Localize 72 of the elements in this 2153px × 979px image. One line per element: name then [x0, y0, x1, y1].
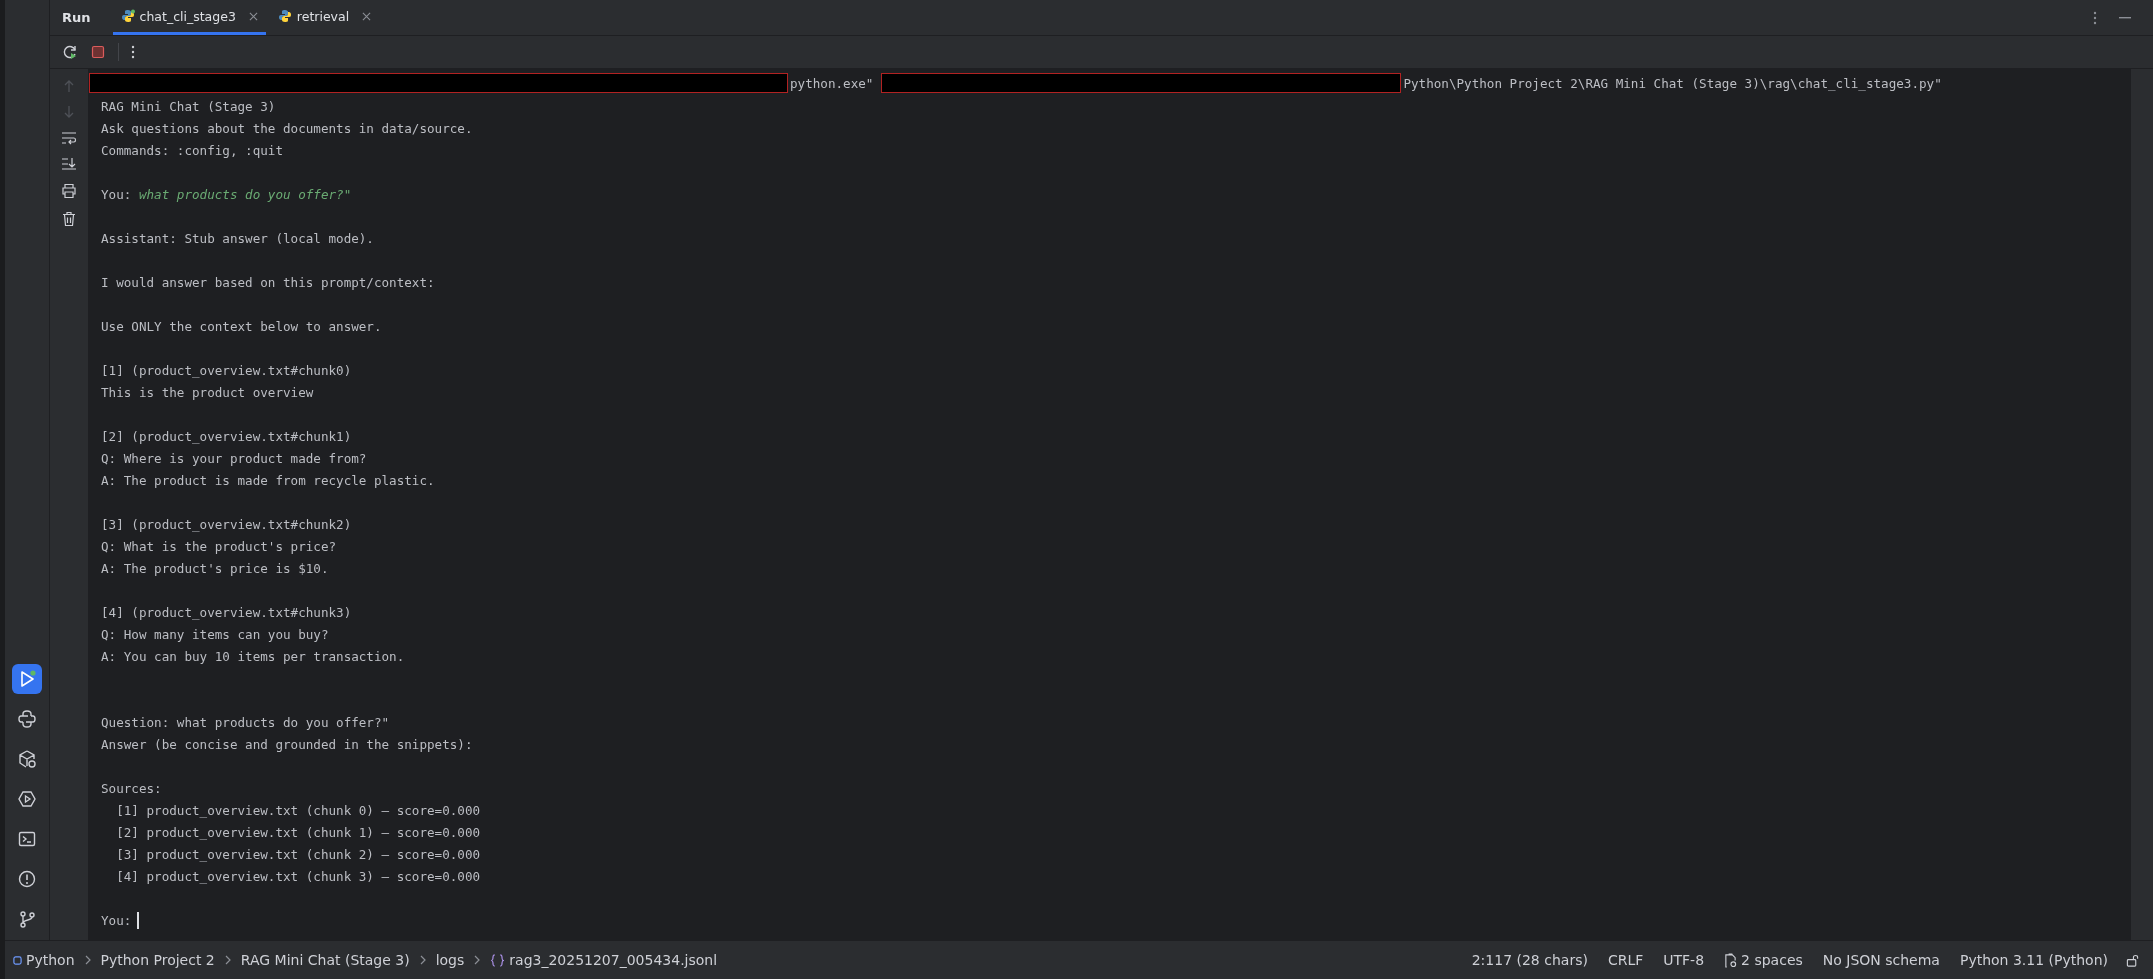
python-icon — [17, 709, 37, 729]
breadcrumb[interactable]: Python — [13, 952, 75, 968]
branch-icon — [17, 909, 37, 929]
console-line: Q: How many items can you buy? — [101, 626, 329, 642]
print-icon[interactable] — [61, 183, 77, 199]
console-line: [2] product_overview.txt (chunk 1) — score=0.000 — [115, 824, 481, 840]
console-line: A: The product's price is $10. — [101, 560, 329, 576]
status-item[interactable]: UTF-8 — [1663, 952, 1705, 968]
console-line: Q: Where is your product made from? — [101, 450, 367, 466]
console-line: I would answer based on this prompt/context: — [101, 274, 435, 290]
console-line: [3] (product_overview.txt#chunk2) — [101, 516, 352, 532]
status-item[interactable]: CRLF — [1607, 952, 1644, 968]
close-icon[interactable] — [248, 11, 258, 21]
console-line: Assistant: Stub answer (local mode). — [101, 230, 374, 246]
breadcrumb[interactable]: rag3_20251207_005434.jsonl — [490, 952, 718, 968]
console-line: A: The product is made from recycle plastic. — [101, 472, 435, 488]
soft-wrap-icon[interactable] — [61, 131, 77, 145]
console-line: Use ONLY the context below to answer. — [101, 318, 382, 334]
scroll-to-end-icon[interactable] — [61, 157, 77, 171]
prompt-label: You: — [101, 912, 132, 928]
breadcrumb[interactable]: Python Project 2 — [100, 952, 215, 968]
chevron-icon — [224, 955, 231, 965]
rerun-icon[interactable] — [62, 44, 78, 60]
run-tab[interactable]: chat_cli_stage3 — [112, 0, 266, 35]
console-line: [2] (product_overview.txt#chunk1) — [101, 428, 352, 444]
console-text: Python\Python Project 2\RAG Mini Chat (Stage 3)\rag\chat_cli_stage3.py" — [1403, 75, 1942, 91]
text-cursor — [137, 911, 140, 929]
console-line: A: You can buy 10 items per transaction. — [101, 648, 405, 664]
minimize-icon[interactable] — [2119, 16, 2131, 19]
module-icon — [13, 955, 22, 965]
stop-icon[interactable] — [90, 44, 106, 60]
services-icon — [17, 789, 37, 809]
chevron-icon — [419, 955, 426, 965]
prompt-label: You: — [101, 186, 132, 202]
console-line: Commands: :config, :quit — [101, 142, 283, 158]
warning-icon — [17, 869, 37, 889]
status-item[interactable]: Python 3.11 (Python) — [1959, 952, 2108, 968]
indent-status-item[interactable]: 2 spaces — [1724, 952, 1803, 968]
user-input-text: what products do you offer?" — [138, 186, 352, 202]
console-line: Ask questions about the documents in data/source. — [101, 120, 473, 136]
json-icon — [490, 953, 506, 967]
chevron-icon — [84, 955, 91, 965]
console-line: Answer (be concise and grounded in the snippets): — [101, 736, 473, 752]
console-line: [4] (product_overview.txt#chunk3) — [101, 604, 352, 620]
run-tool-button[interactable] — [12, 664, 42, 694]
console-line: Sources: — [101, 780, 162, 796]
python-file-icon — [120, 9, 135, 23]
terminal-icon — [17, 829, 37, 849]
console-line: [1] (product_overview.txt#chunk0) — [101, 362, 352, 378]
console-line: Question: what products do you offer?" — [101, 714, 390, 730]
breadcrumb[interactable]: logs — [435, 952, 465, 968]
run-tab[interactable]: retrieval — [269, 0, 380, 35]
console-line: RAG Mini Chat (Stage 3) — [101, 98, 276, 114]
file-settings-icon — [1724, 952, 1738, 968]
breadcrumb[interactable]: RAG Mini Chat (Stage 3) — [240, 952, 410, 968]
console-line: Q: What is the product's price? — [101, 538, 337, 554]
console-line: [4] product_overview.txt (chunk 3) — score=0.000 — [115, 868, 481, 884]
console-line: [1] product_overview.txt (chunk 0) — score=0.000 — [115, 802, 481, 818]
console-line: This is the product overview — [101, 384, 314, 400]
chevron-icon — [474, 955, 481, 965]
status-item[interactable]: 2:117 (28 chars) — [1471, 952, 1588, 968]
package-icon — [17, 749, 37, 769]
close-icon[interactable] — [362, 11, 372, 21]
python-file-icon — [277, 9, 292, 23]
more-icon[interactable] — [131, 45, 135, 59]
console-text: python.exe" — [790, 75, 874, 91]
lock-icon[interactable] — [2126, 953, 2139, 967]
more-icon[interactable] — [2093, 10, 2097, 25]
status-item[interactable]: No JSON schema — [1822, 952, 1940, 968]
console-line: [3] product_overview.txt (chunk 2) — score=0.000 — [115, 846, 481, 862]
tool-window-title: Run — [62, 9, 91, 27]
trash-icon[interactable] — [61, 211, 77, 227]
